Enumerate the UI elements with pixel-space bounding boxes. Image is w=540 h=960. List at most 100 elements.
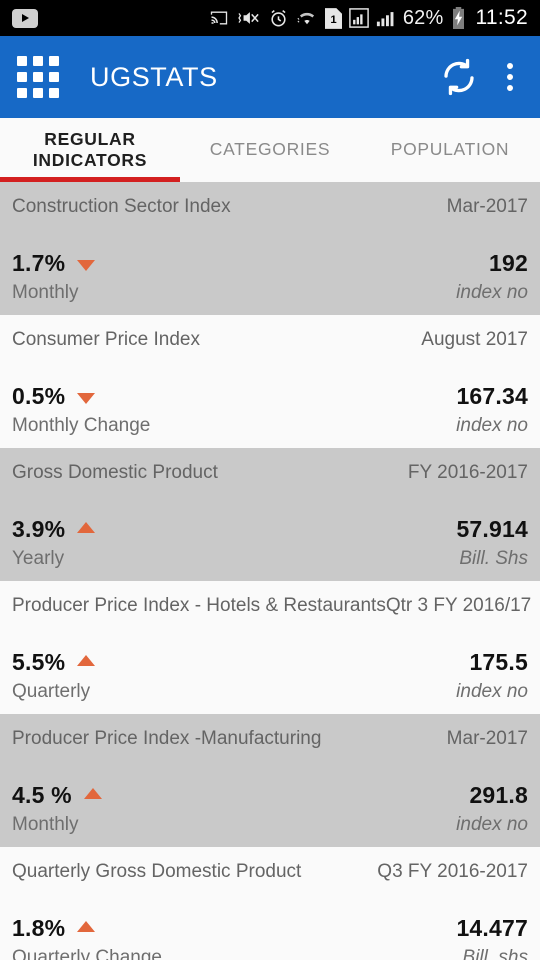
youtube-icon xyxy=(12,8,38,28)
alarm-icon xyxy=(268,8,289,29)
apps-grid-icon[interactable] xyxy=(16,55,60,99)
indicator-percent: 3.9% xyxy=(12,516,66,542)
app-bar: UGSTATS xyxy=(0,36,540,118)
tab-categories-label: CATEGORIES xyxy=(209,139,331,160)
indicator-row[interactable]: Consumer Price Index August 2017 0.5% Mo… xyxy=(0,315,540,448)
indicator-period: Q3 FY 2016-2017 xyxy=(377,861,528,882)
indicator-unit: index no xyxy=(456,814,528,835)
indicator-value-block: 57.914 Bill. Shs xyxy=(456,516,528,570)
indicator-frequency: Quarterly xyxy=(12,681,91,702)
trend-down-icon xyxy=(77,260,96,271)
indicator-row[interactable]: Construction Sector Index Mar-2017 1.7% … xyxy=(0,182,540,315)
indicator-row-body: 3.9% Yearly 57.914 Bill. Shs xyxy=(10,516,530,570)
indicator-value-block: 175.5 index no xyxy=(456,649,528,703)
indicator-row-header: Producer Price Index -Manufacturing Mar-… xyxy=(10,728,530,750)
indicator-list[interactable]: Construction Sector Index Mar-2017 1.7% … xyxy=(0,182,540,960)
tab-categories[interactable]: CATEGORIES xyxy=(180,118,360,182)
indicator-row-body: 1.7% Monthly 192 index no xyxy=(10,250,530,304)
indicator-row-header: Producer Price Index - Hotels & Restaura… xyxy=(10,595,532,617)
signal-bars-icon xyxy=(349,8,369,28)
indicator-change-block: 4.5 % Monthly xyxy=(12,782,102,836)
indicator-row-body: 5.5% Quarterly 175.5 index no xyxy=(10,649,530,703)
indicator-value: 57.914 xyxy=(456,516,528,542)
indicator-row-header: Gross Domestic Product FY 2016-2017 xyxy=(10,462,530,484)
tab-regular-indicators-line2: INDICATORS xyxy=(32,150,148,170)
indicator-row[interactable]: Producer Price Index - Hotels & Restaura… xyxy=(0,581,540,714)
indicator-frequency: Quarterly Change xyxy=(12,947,162,960)
tab-regular-indicators[interactable]: REGULAR INDICATORS xyxy=(0,118,180,182)
indicator-period: August 2017 xyxy=(421,329,528,350)
indicator-frequency: Yearly xyxy=(12,548,65,569)
indicator-frequency: Monthly xyxy=(12,814,79,835)
indicator-name: Consumer Price Index xyxy=(12,329,200,350)
indicator-change-line: 5.5% xyxy=(12,649,96,676)
indicator-row-body: 1.8% Quarterly Change 14.477 Bill. shs xyxy=(10,915,530,960)
indicator-unit: index no xyxy=(456,681,528,702)
tab-regular-indicators-line1: REGULAR xyxy=(44,128,136,149)
trend-down-icon xyxy=(77,393,96,404)
indicator-unit: Bill. Shs xyxy=(459,548,528,569)
cast-icon xyxy=(208,8,230,28)
refresh-sync-icon[interactable] xyxy=(436,54,482,100)
more-vertical-icon[interactable] xyxy=(496,57,524,97)
trend-up-icon xyxy=(77,921,96,932)
status-bar-clock: 11:52 xyxy=(475,6,528,29)
indicator-percent: 1.7% xyxy=(12,250,66,276)
indicator-period: FY 2016-2017 xyxy=(407,462,528,483)
indicator-unit: index no xyxy=(456,282,528,303)
indicator-change-block: 5.5% Quarterly xyxy=(12,649,96,703)
tab-population[interactable]: POPULATION xyxy=(360,118,540,182)
trend-up-icon xyxy=(83,788,102,799)
app-bar-actions xyxy=(436,54,524,100)
indicator-row[interactable]: Gross Domestic Product FY 2016-2017 3.9%… xyxy=(0,448,540,581)
indicator-value: 14.477 xyxy=(456,915,528,941)
battery-charging-icon xyxy=(451,7,466,29)
indicator-name: Producer Price Index - Hotels & Restaura… xyxy=(12,595,386,616)
indicator-row[interactable]: Producer Price Index -Manufacturing Mar-… xyxy=(0,714,540,847)
indicator-period: Qtr 3 FY 2016/17 xyxy=(385,595,532,616)
indicator-value-block: 14.477 Bill. shs xyxy=(456,915,528,960)
indicator-change-line: 0.5% xyxy=(12,383,96,410)
indicator-percent: 4.5 % xyxy=(12,782,72,808)
trend-up-icon xyxy=(77,655,96,666)
indicator-value: 291.8 xyxy=(469,782,528,808)
indicator-change-block: 1.8% Quarterly Change xyxy=(12,915,162,960)
status-bar-system-icons: 1 62% 11:52 xyxy=(208,6,528,30)
wifi-icon xyxy=(296,8,318,28)
indicator-row-header: Quarterly Gross Domestic Product Q3 FY 2… xyxy=(10,861,530,883)
indicator-change-line: 1.7% xyxy=(12,250,96,277)
indicator-row-header: Consumer Price Index August 2017 xyxy=(10,329,530,351)
indicator-change-line: 4.5 % xyxy=(12,782,102,809)
tab-bar: REGULAR INDICATORS CATEGORIES POPULATION xyxy=(0,118,540,182)
indicator-row[interactable]: Quarterly Gross Domestic Product Q3 FY 2… xyxy=(0,847,540,960)
indicator-name: Quarterly Gross Domestic Product xyxy=(12,861,302,882)
indicator-frequency: Monthly xyxy=(12,282,79,303)
indicator-change-line: 1.8% xyxy=(12,915,96,942)
status-bar: 1 62% 11:52 xyxy=(0,0,540,36)
indicator-value-block: 291.8 index no xyxy=(456,782,528,836)
indicator-value: 175.5 xyxy=(469,649,528,675)
indicator-name: Construction Sector Index xyxy=(12,196,231,217)
indicator-frequency: Monthly Change xyxy=(12,415,151,436)
status-bar-notifications xyxy=(12,8,38,28)
indicator-name: Producer Price Index -Manufacturing xyxy=(12,728,322,749)
indicator-period: Mar-2017 xyxy=(446,196,528,217)
indicator-row-body: 0.5% Monthly Change 167.34 index no xyxy=(10,383,530,437)
app-title: UGSTATS xyxy=(90,61,218,92)
indicator-change-block: 0.5% Monthly Change xyxy=(12,383,150,437)
trend-up-icon xyxy=(77,522,96,533)
battery-percent-label: 62% xyxy=(402,6,444,29)
indicator-name: Gross Domestic Product xyxy=(12,462,218,483)
indicator-value: 167.34 xyxy=(456,383,528,409)
indicator-percent: 1.8% xyxy=(12,915,66,941)
indicator-value-block: 192 index no xyxy=(456,250,528,304)
indicator-row-header: Construction Sector Index Mar-2017 xyxy=(10,196,530,218)
indicator-unit: Bill. shs xyxy=(462,947,528,960)
indicator-row-body: 4.5 % Monthly 291.8 index no xyxy=(10,782,530,836)
indicator-period: Mar-2017 xyxy=(446,728,528,749)
tab-population-label: POPULATION xyxy=(390,139,510,160)
vibrate-mute-icon xyxy=(237,8,261,28)
signal-bars-2-icon xyxy=(376,8,396,28)
sim-1-icon: 1 xyxy=(324,7,342,29)
indicator-value-block: 167.34 index no xyxy=(456,383,528,437)
